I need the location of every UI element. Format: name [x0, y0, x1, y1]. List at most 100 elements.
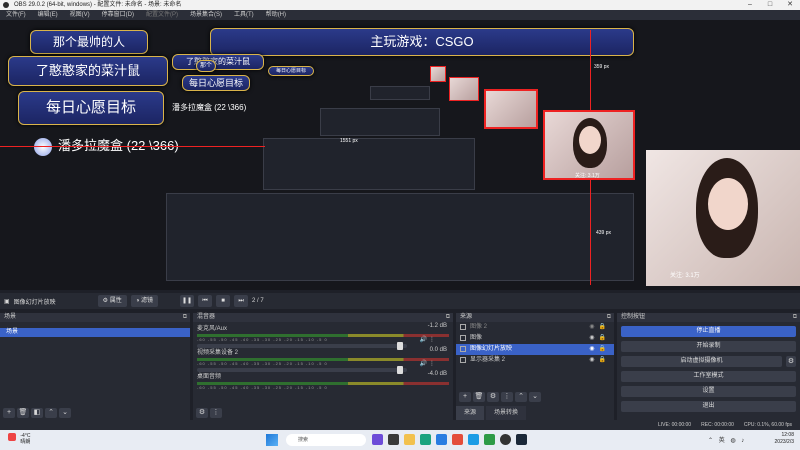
undock-icon[interactable]: ⧉: [446, 313, 450, 322]
stop-streaming-button[interactable]: 停止直播: [621, 326, 796, 337]
preview-canvas[interactable]: 那个最帅的人 了憨憨家的菜汁鼠 每日心愿目标 主玩游戏：CSGO 了憨憨家的菜汁…: [0, 20, 800, 290]
measure-label-2: 1551 px: [340, 138, 358, 144]
menu-scene-collection[interactable]: 场景集合(S): [184, 10, 228, 20]
tab-sources[interactable]: 来源: [456, 406, 485, 420]
sources-dock: 来源 ⧉ 图像 2 ◉🔒 图像 ◉🔒 图像幻灯片放映 ◉🔒 显示器采集 2 ◉🔒 + 🗑 …: [456, 313, 614, 420]
edge-icon[interactable]: [420, 434, 431, 445]
clock[interactable]: 12:08 2023/2/3: [775, 432, 794, 446]
menu-edit[interactable]: 编辑(E): [32, 10, 64, 20]
virtual-camera-button[interactable]: 启动虚拟摄像机 ⚙: [621, 356, 796, 367]
nested-preview-tiny: [370, 86, 430, 100]
taskbar-search[interactable]: 搜索: [286, 434, 366, 446]
live-time: LIVE: 00:00:00: [658, 422, 692, 428]
visibility-lock-icons[interactable]: ◉🔒: [589, 333, 610, 344]
menu-profile[interactable]: 配置文件(P): [140, 10, 184, 20]
webcam-thumb-4[interactable]: 关注: 3.1万: [543, 110, 635, 180]
visibility-lock-icons[interactable]: ◉🔒: [589, 322, 610, 333]
gear-icon[interactable]: ⚙: [196, 408, 208, 418]
settings-button[interactable]: 设置: [621, 386, 796, 397]
folder-icon[interactable]: [404, 434, 415, 445]
steam-icon[interactable]: [516, 434, 527, 445]
app-icon-1[interactable]: [372, 434, 383, 445]
scene-item[interactable]: 场景: [0, 328, 190, 337]
speaker-icon[interactable]: 🔊 ⋮: [420, 360, 435, 367]
search-label: 搜索: [298, 437, 309, 443]
app-icon-2[interactable]: [388, 434, 399, 445]
visibility-lock-icons[interactable]: ◉🔒: [589, 355, 610, 366]
webcam-thumb-1: [430, 66, 446, 82]
follower-count: 关注: 3.1万: [670, 273, 700, 279]
chevron-up-icon[interactable]: ⌃: [45, 408, 57, 418]
window-title: OBS 29.0.2 (64-bit, windows) - 配置文件: 未命名…: [14, 2, 182, 8]
menu-docks[interactable]: 停靠窗口(D): [96, 10, 140, 20]
filters-button[interactable]: ◑ 滤镜: [130, 295, 159, 307]
menu-help[interactable]: 帮助(H): [260, 10, 292, 20]
channel-name: 视频采集设备 2: [197, 350, 239, 356]
source-item-image-2[interactable]: 图像 2 ◉🔒: [456, 322, 614, 333]
pinned-apps: [372, 434, 527, 445]
weather-icon: [8, 433, 16, 441]
studio-mode-button[interactable]: 工作室模式: [621, 371, 796, 382]
meter-ticks: -60 -55 -50 -45 -40 -35 -30 -25 -20 -15 …: [197, 361, 328, 366]
mixer-header: 混音器 ⧉: [193, 313, 453, 322]
app-icon-8[interactable]: [484, 434, 495, 445]
exit-button[interactable]: 退出: [621, 401, 796, 412]
sources-title: 来源: [460, 314, 473, 320]
start-recording-button[interactable]: 开始录制: [621, 341, 796, 352]
controls-title: 控制按钮: [621, 314, 646, 320]
filter-icon[interactable]: ◧: [31, 408, 43, 418]
banner-main-game[interactable]: 主玩游戏：CSGO: [210, 28, 634, 56]
app-icon-7[interactable]: [468, 434, 479, 445]
weather-widget[interactable]: -4°C 晴朗: [8, 433, 30, 445]
minimize-icon[interactable]: –: [740, 0, 760, 10]
obs-icon[interactable]: [500, 434, 511, 445]
app-icon-5[interactable]: [436, 434, 447, 445]
source-item-image[interactable]: 图像 ◉🔒: [456, 333, 614, 344]
stop-icon[interactable]: ■: [216, 295, 231, 307]
undock-icon[interactable]: ⧉: [793, 313, 797, 322]
undock-icon[interactable]: ⧉: [183, 313, 187, 322]
trash-icon[interactable]: 🗑: [17, 408, 29, 418]
windows-start-icon[interactable]: [266, 434, 278, 446]
weather-desc: 晴朗: [20, 439, 31, 445]
properties-button[interactable]: ⚙ 属性: [97, 295, 127, 307]
maximize-icon[interactable]: □: [760, 0, 780, 10]
slide-counter: 2 / 7: [252, 298, 264, 304]
banner-name: 了憨憨家的菜汁鼠: [8, 56, 168, 86]
more-icon[interactable]: ⋮: [501, 392, 513, 402]
measure-label-3: 439 px: [596, 230, 612, 236]
visibility-lock-icons[interactable]: ◉🔒: [589, 344, 610, 355]
chevron-up-icon[interactable]: ⌃: [515, 392, 527, 402]
chrome-icon[interactable]: [452, 434, 463, 445]
source-item-display-capture[interactable]: 显示器采集 2 ◉🔒: [456, 355, 614, 366]
channel-name: 麦克风/Aux: [197, 326, 228, 332]
mixer-channel-desktop: 桌面音频 -4.0 dB -60 -55 -50 -45 -40 -35 -30…: [193, 370, 453, 394]
selected-source-name: 图像幻灯片放映: [13, 299, 56, 306]
gear-icon[interactable]: ⚙: [487, 392, 499, 402]
tab-transitions[interactable]: 场景转换: [486, 406, 527, 420]
source-item-slideshow[interactable]: 图像幻灯片放映 ◉🔒: [456, 344, 614, 355]
pause-icon[interactable]: ❚❚: [180, 295, 195, 307]
more-icon[interactable]: ⋮: [210, 408, 222, 418]
speaker-icon[interactable]: 🔊 ⋮: [420, 336, 435, 343]
close-icon[interactable]: ✕: [780, 0, 800, 10]
source-label: 图像幻灯片放映: [470, 346, 513, 352]
gear-icon[interactable]: ⚙: [786, 356, 796, 367]
menu-tools[interactable]: 工具(T): [228, 10, 260, 20]
menu-file[interactable]: 文件(F): [0, 10, 32, 20]
next-icon[interactable]: ⏭: [234, 295, 249, 307]
trash-icon[interactable]: 🗑: [473, 392, 485, 402]
chevron-down-icon[interactable]: ⌄: [59, 408, 71, 418]
channel-db: -4.0 dB: [427, 371, 447, 377]
add-icon[interactable]: +: [459, 392, 471, 402]
undock-icon[interactable]: ⧉: [607, 313, 611, 322]
banner-daily-goal: 每日心愿目标: [18, 91, 164, 125]
nested-preview-small: [320, 108, 440, 136]
audio-mixer-dock: 混音器 ⧉ 麦克风/Aux -1.2 dB -60 -55 -50 -45 -40…: [193, 313, 453, 420]
chevron-down-icon[interactable]: ⌄: [529, 392, 541, 402]
add-icon[interactable]: +: [3, 408, 15, 418]
meter-ticks: -60 -55 -50 -45 -40 -35 -30 -25 -20 -15 …: [197, 385, 328, 390]
menu-view[interactable]: 视图(V): [64, 10, 96, 20]
previous-icon[interactable]: ⏮: [198, 295, 213, 307]
system-tray[interactable]: ⌃ 英 ◍ ♪: [708, 435, 746, 444]
